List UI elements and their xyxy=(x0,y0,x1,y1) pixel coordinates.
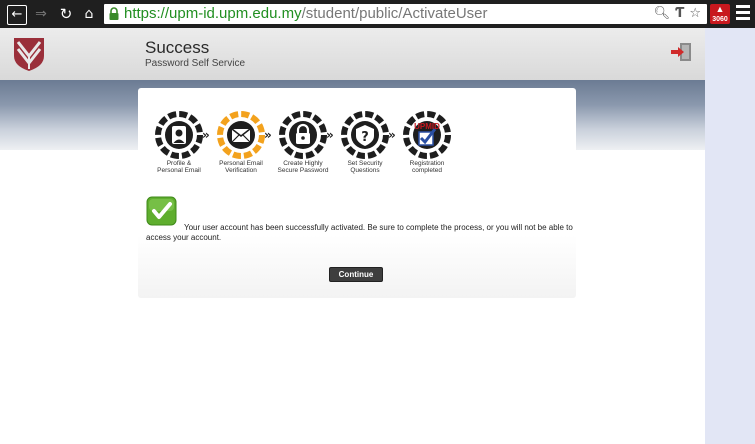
url-host: https://upm-id.upm.edu.my xyxy=(124,5,302,22)
lock-icon xyxy=(109,7,119,20)
step-arrow-icon: » xyxy=(264,128,272,142)
forward-arrow-icon[interactable]: ⇒ xyxy=(33,5,49,23)
step-arrow-icon: » xyxy=(326,128,334,142)
profile-icon xyxy=(155,111,203,159)
address-bar[interactable]: https://upm-id.upm.edu.my/student/public… xyxy=(104,4,707,24)
bookmark-star-icon[interactable]: ☆ xyxy=(689,4,701,24)
step-questions: ? Set Security Questions xyxy=(340,110,390,174)
upmid-badge: UPMID xyxy=(414,122,440,131)
upmid-check-icon: UPMID xyxy=(403,111,451,159)
progress-steps: Profile & Personal Email » Personal Email… xyxy=(154,110,454,180)
step-label: Personal Email xyxy=(219,160,263,167)
step-label: Personal Email xyxy=(157,167,201,174)
url-text: https://upm-id.upm.edu.my/student/public… xyxy=(124,5,488,23)
step-label: Questions xyxy=(350,167,380,174)
lock-icon xyxy=(279,111,327,159)
extension-badge: 3060 xyxy=(712,16,728,23)
logout-icon[interactable] xyxy=(670,42,692,62)
step-label: Verification xyxy=(225,167,257,174)
side-strip xyxy=(705,28,755,444)
extension-icon[interactable]: ▲ 3060 xyxy=(710,4,730,24)
email-icon xyxy=(217,111,265,159)
zoom-icon[interactable]: 🔍︎ xyxy=(654,4,671,24)
browser-toolbar: ← ⇒ ↻ ⌂ https://upm-id.upm.edu.my/studen… xyxy=(0,0,755,28)
step-completed: UPMID Registration completed xyxy=(402,110,452,174)
step-arrow-icon: » xyxy=(202,128,210,142)
step-email: Personal Email Verification xyxy=(216,110,266,174)
step-label: Registration xyxy=(409,160,445,167)
content-card: Profile & Personal Email » Personal Email… xyxy=(138,88,576,298)
continue-button[interactable]: Continue xyxy=(329,267,383,282)
step-label: completed xyxy=(412,167,442,174)
step-label: Profile & xyxy=(166,160,192,167)
pin-icon[interactable]: Ƭ xyxy=(675,4,684,24)
page-subtitle: Password Self Service xyxy=(145,58,246,69)
page-header: Success Password Self Service xyxy=(0,28,705,80)
step-label: Create Highly xyxy=(283,160,323,167)
back-arrow-icon[interactable]: ← xyxy=(7,5,27,25)
step-profile: Profile & Personal Email xyxy=(154,110,204,174)
reload-icon[interactable]: ↻ xyxy=(58,5,74,23)
question-icon: ? xyxy=(341,111,389,159)
step-label: Secure Password xyxy=(277,167,329,174)
url-path: /student/public/ActivateUser xyxy=(301,5,488,22)
page-title: Success xyxy=(145,38,210,57)
success-check-icon xyxy=(146,196,177,226)
success-message: Your user account has been successfully … xyxy=(146,223,573,242)
svg-text:?: ? xyxy=(361,130,369,145)
university-logo-icon xyxy=(14,38,44,71)
app-page: Success Password Self Service Profile & P… xyxy=(0,28,705,444)
step-label: Set Security xyxy=(347,160,383,167)
step-password: Create Highly Secure Password xyxy=(278,110,328,174)
step-arrow-icon: » xyxy=(388,128,396,142)
menu-icon[interactable] xyxy=(736,5,750,22)
home-icon[interactable]: ⌂ xyxy=(81,5,97,23)
